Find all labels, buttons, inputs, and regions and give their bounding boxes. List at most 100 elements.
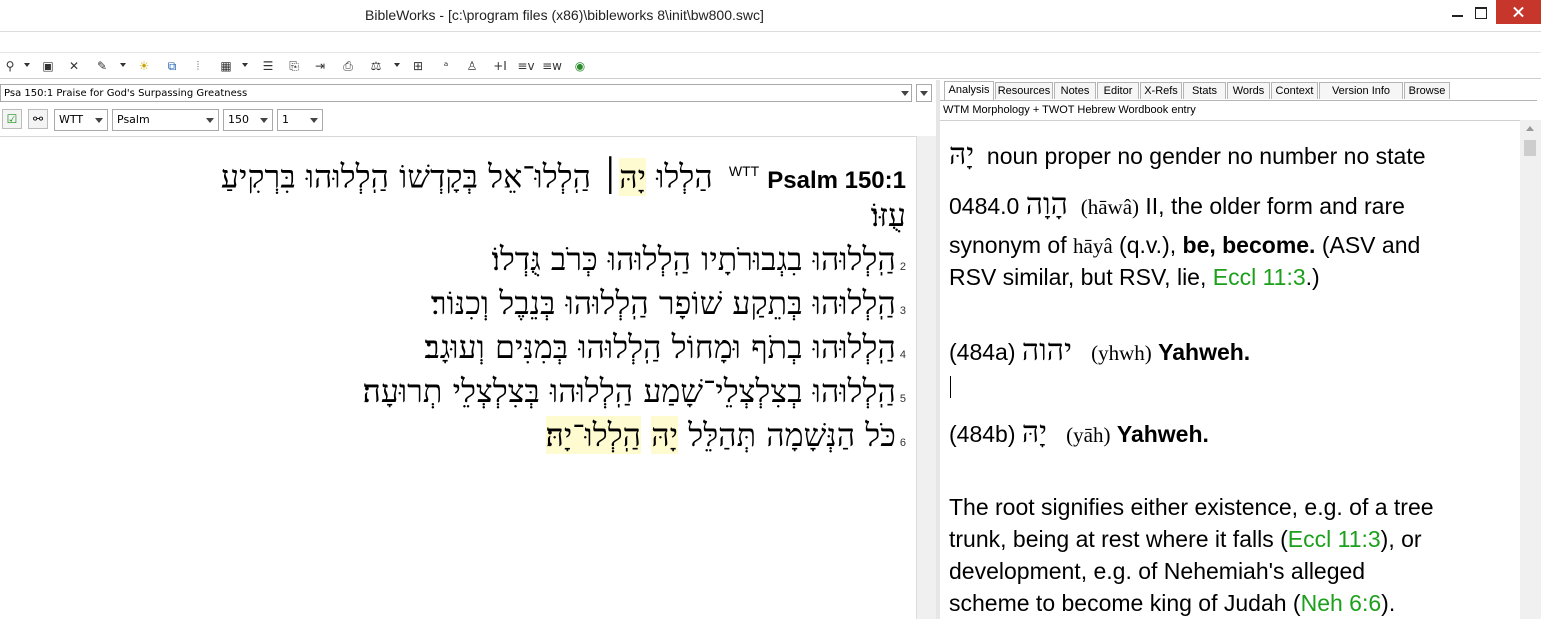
add-verse-icon[interactable]: +I (490, 58, 510, 74)
split-icon[interactable]: ⊞ (410, 58, 426, 74)
navigation-row: ☑ ⚯ WTT Psalm 150 1 (0, 108, 930, 132)
bible-search-icon[interactable]: ⚲ (2, 58, 18, 74)
tab-editor[interactable]: Editor (1097, 82, 1139, 99)
verse-menu-button[interactable] (916, 84, 932, 102)
title-bar: BibleWorks - [c:\program files (x86)\bib… (0, 0, 1541, 32)
tab-notes[interactable]: Notes (1054, 82, 1096, 99)
tab-context[interactable]: Context (1271, 82, 1318, 99)
hebrew-text[interactable]: ׀ הַֽלְלוּ־אֵל בְּקָדְשׁוֹ הַֽלְלוּהוּ ב… (221, 158, 619, 196)
highlighted-word[interactable]: הַֽלְלוּ־יָהּ׃ (545, 416, 642, 454)
version-label: WTT (728, 163, 760, 179)
synonym-transliteration: hāyâ (1073, 234, 1113, 258)
root-line: The root signifies either existence, e.g… (949, 491, 1434, 523)
highlighted-word[interactable]: יָהּ (619, 157, 647, 196)
scripture-link[interactable]: Neh 6:6 (1301, 590, 1382, 616)
close-button[interactable] (1496, 0, 1541, 24)
tab-analysis[interactable]: Analysis (944, 81, 994, 100)
grid-icon[interactable]: ▦ (218, 58, 234, 74)
scrollbar[interactable] (916, 136, 937, 619)
bible-text-area[interactable]: Psalm 150:1WTT הַלְלוּ יָהּ׀ הַֽלְלוּ־אֵ… (0, 136, 916, 620)
verse-reference[interactable]: Psalm 150:1 (767, 167, 906, 194)
tab-version-info[interactable]: Version Info (1319, 82, 1403, 99)
verse-w-icon[interactable]: ≡w (542, 58, 562, 74)
subentry-number: (484a) (949, 339, 1016, 365)
link-button[interactable]: ⚯ (28, 109, 48, 129)
entry-transliteration: (hāwâ) (1080, 195, 1140, 219)
root-line: development, e.g. of Nehemiah's alleged (949, 555, 1365, 587)
analysis-pane: Analysis Resources Notes Editor X-Refs S… (940, 80, 1541, 620)
verse-select[interactable]: 1 (277, 109, 323, 131)
subentry-hebrew[interactable]: יָהּ (1022, 415, 1047, 450)
hebrew-text[interactable]: הַֽלְלוּהוּ בְתֹף וּמָחוֹל הַֽלְלוּהוּ ב… (424, 328, 896, 366)
parse-line: יָהּ noun proper no gender no number no … (949, 139, 1426, 172)
notes-icon[interactable]: ᵃ (438, 58, 454, 74)
root-text: ), or (1380, 526, 1422, 552)
verse-number: 3 (899, 305, 906, 317)
chevron-down-icon (920, 91, 928, 96)
version-select[interactable]: WTT (54, 109, 108, 131)
hebrew-text[interactable]: הַֽלְלוּהוּ בְצִלְצְלֵי־שָׁמַע הַֽלְלוּה… (362, 372, 895, 410)
lexicon-icon[interactable]: ⚖ (368, 58, 384, 74)
menu-bar (0, 32, 1541, 53)
tools-icon[interactable]: ☀ (136, 58, 152, 74)
root-line: trunk, being at rest where it falls (Ecc… (949, 523, 1422, 555)
entry-definition: II, the older form and rare (1145, 193, 1405, 219)
chevron-down-icon[interactable] (24, 63, 30, 67)
chevron-down-icon[interactable] (120, 63, 126, 67)
entry-hebrew[interactable]: הָוָה (1026, 187, 1068, 222)
tab-words[interactable]: Words (1227, 82, 1270, 99)
hebrew-text[interactable]: הַֽלְלוּהוּ בְּתֵקַע שׁוֹפָר הַֽלְלוּהוּ… (431, 284, 896, 322)
tab-stats[interactable]: Stats (1183, 82, 1226, 99)
chevron-down-icon (206, 118, 214, 123)
parse-text: noun proper no gender no number no state (986, 143, 1426, 169)
hebrew-text[interactable]: הַלְלוּ (656, 158, 713, 196)
hebrew-text[interactable]: עֻזּוֹ׃ (871, 196, 906, 234)
lemma-word[interactable]: יָהּ (949, 137, 974, 172)
editor-icon[interactable]: ♙ (464, 58, 480, 74)
tab-xrefs[interactable]: X-Refs (1140, 82, 1182, 99)
scripture-link[interactable]: Eccl 11:3 (1213, 264, 1306, 290)
window-title: BibleWorks - [c:\program files (x86)\bib… (365, 7, 764, 23)
scripture-link[interactable]: Eccl 11:3 (1288, 526, 1381, 552)
hebrew-text[interactable]: הַֽלְלוּהוּ בִגְבוּרֹתָיו הַֽלְלוּהוּ כְ… (492, 240, 896, 278)
root-line: scheme to become king of Judah (Neh 6:6)… (949, 587, 1395, 619)
subentry-number: (484b) (949, 421, 1016, 447)
hebrew-text[interactable]: כֹּל הַנְּשָׁמָה תְּהַלֵּל (688, 416, 896, 454)
chevron-down-icon[interactable] (901, 91, 909, 96)
export-icon[interactable]: ⇥ (312, 58, 328, 74)
print-icon[interactable]: ⎙ (340, 58, 356, 74)
window-icon[interactable]: ⧉ (164, 58, 180, 74)
highlight-icon[interactable]: ✎ (94, 58, 110, 74)
scroll-up-icon[interactable] (1526, 126, 1534, 131)
globe-icon[interactable]: ◉ (572, 58, 588, 74)
open-folder-icon[interactable]: ▣ (40, 58, 56, 74)
verse-value: 1 (282, 113, 289, 126)
chapter-select[interactable]: 150 (223, 109, 273, 131)
analysis-content[interactable]: יָהּ noun proper no gender no number no … (940, 120, 1520, 620)
root-text: scheme to become king of Judah ( (949, 590, 1301, 616)
cross-ref-icon[interactable]: ✕ (66, 58, 82, 74)
check-button[interactable]: ☑ (2, 109, 22, 129)
book-select[interactable]: Psalm (112, 109, 219, 131)
tab-resources[interactable]: Resources (995, 82, 1053, 99)
chevron-down-icon[interactable] (242, 63, 248, 67)
tab-browse[interactable]: Browse (1404, 82, 1450, 99)
verse-line: Psalm 150:1 WTT הַלְלוּ יָהּ׀ הַֽלְלוּ־אֵ… (221, 149, 906, 203)
scroll-thumb[interactable] (1524, 140, 1536, 156)
definition-line: RSV similar, but RSV, lie, Eccl 11:3.) (949, 261, 1320, 293)
scrollbar[interactable] (1520, 120, 1541, 619)
check-icon: ☑ (6, 112, 18, 126)
verse-reference-combo[interactable]: Psa 150:1 Praise for God's Surpassing Gr… (0, 84, 912, 102)
maximize-button[interactable] (1466, 0, 1496, 24)
definition-text: RSV similar, but RSV, lie, (949, 264, 1207, 290)
chevron-down-icon[interactable] (394, 63, 400, 67)
columns-icon[interactable]: ⦙ (190, 58, 206, 74)
verse-v-icon[interactable]: ≡v (516, 58, 536, 74)
definition-line: synonym of hāyâ (q.v.), be, become. (ASV… (949, 229, 1420, 262)
copy-icon[interactable]: ⎘ (286, 58, 302, 74)
gloss-text: Yahweh. (1158, 339, 1251, 365)
list-icon[interactable]: ☰ (260, 58, 276, 74)
highlighted-word[interactable]: יָהּ (651, 416, 679, 454)
subentry-hebrew[interactable]: יהוה (1022, 333, 1072, 368)
subentry-line: (484a) יהוה (yhwh) Yahweh. (949, 335, 1250, 369)
